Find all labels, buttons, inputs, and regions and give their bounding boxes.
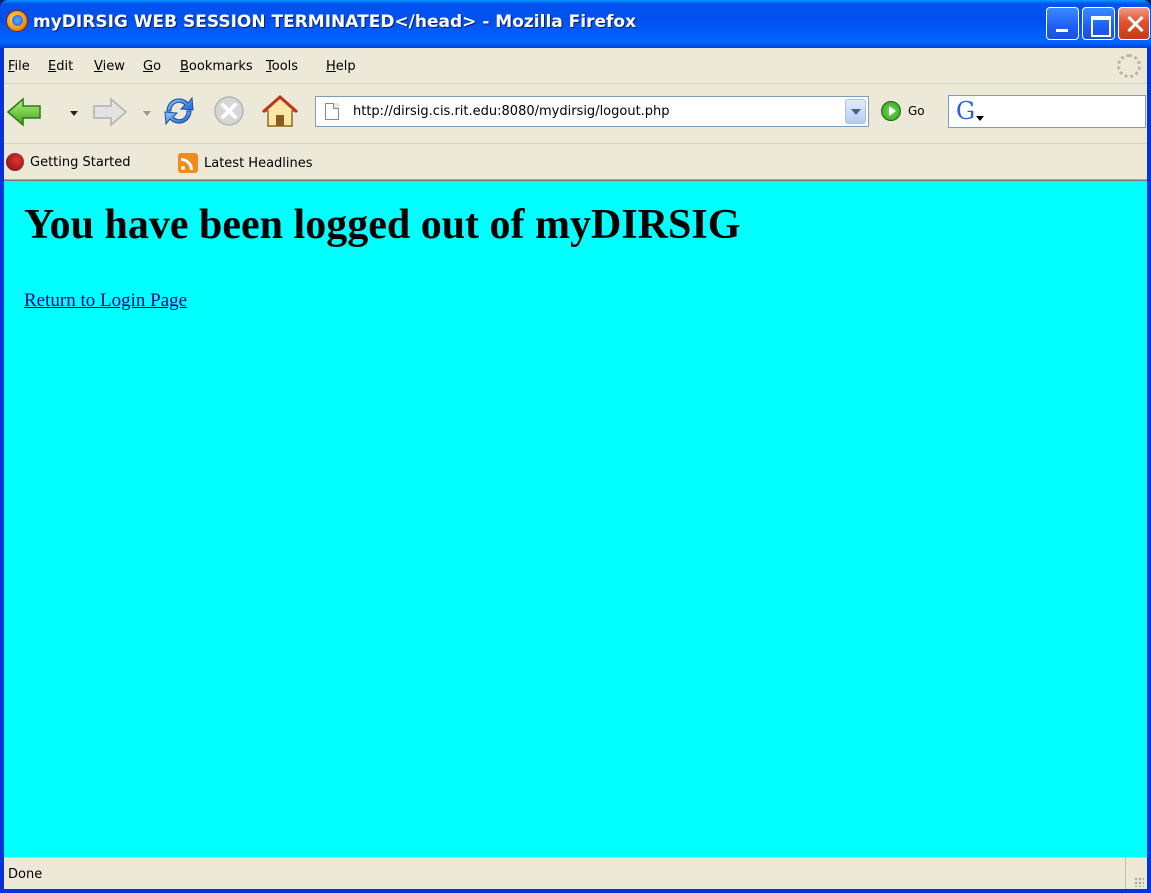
close-button[interactable] [1118, 7, 1150, 40]
minimize-button[interactable] [1046, 7, 1079, 40]
url-input[interactable]: http://dirsig.cis.rit.edu:8080/mydirsig/… [353, 104, 670, 119]
menu-view[interactable]: View [94, 59, 125, 74]
rss-feed-icon [178, 153, 198, 173]
navigation-toolbar: http://dirsig.cis.rit.edu:8080/mydirsig/… [4, 84, 1147, 144]
page-content: You have been logged out of myDIRSIG Ret… [4, 180, 1147, 857]
reload-icon[interactable] [161, 93, 197, 129]
url-history-dropdown[interactable] [845, 99, 866, 124]
resize-grip-icon[interactable] [1125, 858, 1147, 890]
menu-bar: File Edit View Go Bookmarks Tools Help [4, 48, 1147, 84]
browser-window: myDIRSIG WEB SESSION TERMINATED</head> -… [0, 0, 1151, 893]
back-history-dropdown-icon[interactable] [70, 111, 78, 116]
browser-chrome: File Edit View Go Bookmarks Tools Help h… [4, 48, 1147, 180]
menu-bookmarks[interactable]: Bookmarks [180, 59, 253, 74]
search-box[interactable]: G [948, 95, 1146, 128]
return-to-login-link[interactable]: Return to Login Page [24, 290, 187, 312]
throbber-icon [1117, 54, 1141, 78]
stop-icon[interactable] [212, 94, 246, 128]
menu-file[interactable]: File [8, 59, 30, 74]
bookmark-label: Getting Started [30, 154, 131, 170]
status-bar: Done [4, 857, 1147, 890]
go-icon[interactable] [881, 101, 901, 121]
maximize-button[interactable] [1082, 7, 1115, 40]
bookmark-label: Latest Headlines [204, 155, 313, 171]
bookmark-getting-started[interactable]: Getting Started [6, 153, 131, 171]
page-icon [325, 103, 339, 120]
bookmark-latest-headlines[interactable]: Latest Headlines [178, 153, 313, 173]
forward-history-dropdown-icon[interactable] [143, 111, 151, 116]
bookmarks-toolbar: Getting Started Latest Headlines [4, 144, 1147, 180]
window-frame-bottom [0, 889, 1151, 893]
go-button[interactable]: Go [908, 104, 925, 118]
firefox-bookmark-icon [6, 153, 24, 171]
menu-go[interactable]: Go [143, 59, 161, 74]
title-bar[interactable]: myDIRSIG WEB SESSION TERMINATED</head> -… [0, 0, 1151, 48]
menu-edit[interactable]: Edit [48, 59, 73, 74]
menu-help[interactable]: Help [326, 59, 356, 74]
forward-arrow-icon[interactable] [90, 96, 128, 128]
google-search-engine-icon[interactable]: G [956, 98, 984, 124]
home-icon[interactable] [261, 93, 299, 129]
firefox-icon [6, 10, 28, 32]
window-title: myDIRSIG WEB SESSION TERMINATED</head> -… [33, 12, 637, 32]
back-arrow-icon[interactable] [6, 96, 44, 128]
page-heading: You have been logged out of myDIRSIG [24, 202, 741, 248]
menu-tools[interactable]: Tools [266, 59, 298, 74]
address-bar[interactable]: http://dirsig.cis.rit.edu:8080/mydirsig/… [315, 96, 869, 127]
status-text: Done [8, 867, 43, 882]
